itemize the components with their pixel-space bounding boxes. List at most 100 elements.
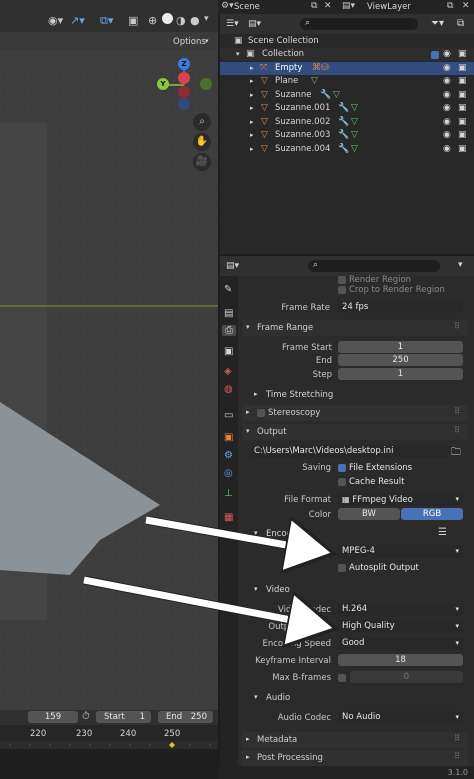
- filter-icon[interactable]: ⏷▾: [431, 18, 444, 29]
- collapse-arrow-icon[interactable]: ▾: [236, 48, 240, 61]
- list-item[interactable]: ▣ Scene Collection: [220, 35, 474, 48]
- frame-step-field[interactable]: 1: [338, 368, 463, 380]
- gizmo-toggle-icon[interactable]: ↗▾: [70, 14, 85, 27]
- camera-render-icon[interactable]: ▣: [458, 116, 467, 129]
- list-item[interactable]: ▾ ▣ Collection ◉ ▣: [220, 48, 474, 62]
- drag-handle-icon[interactable]: ⠿: [454, 426, 460, 436]
- timeline-ruler[interactable]: 220 230 240 250: [0, 725, 218, 741]
- folder-browse-icon[interactable]: 🗀: [451, 445, 461, 462]
- y-axis-icon[interactable]: Y: [157, 78, 169, 90]
- rendered-shading-icon[interactable]: ●: [190, 14, 200, 27]
- camera-render-icon[interactable]: ▣: [458, 89, 467, 102]
- frame-rate-dropdown[interactable]: 24 fps: [337, 301, 463, 313]
- neg-x-axis-icon[interactable]: [178, 86, 190, 98]
- view-layer-tab-icon[interactable]: ▣: [224, 346, 233, 357]
- zoom-icon[interactable]: ⌕: [193, 113, 211, 131]
- properties-search-input[interactable]: ⌕: [308, 260, 440, 272]
- world-tab-icon[interactable]: ◍: [224, 384, 233, 395]
- particles-tab-icon[interactable]: ◎: [224, 468, 233, 479]
- editor-type-icon[interactable]: ▤▾: [226, 261, 239, 271]
- current-frame-field[interactable]: 159: [28, 711, 78, 723]
- navigation-gizmo[interactable]: Z Y: [155, 58, 215, 118]
- file-format-dropdown[interactable]: ▦ FFmpeg Video ▾: [338, 493, 463, 506]
- eye-icon[interactable]: ◉: [443, 116, 451, 129]
- container-dropdown[interactable]: MPEG-4 ▾: [338, 545, 463, 558]
- camera-view-icon[interactable]: 🎥: [193, 153, 211, 171]
- camera-render-icon[interactable]: ▣: [458, 62, 467, 75]
- drag-handle-icon[interactable]: ⠿: [454, 322, 460, 332]
- frame-start-field[interactable]: 1: [338, 341, 463, 353]
- physics-tab-icon[interactable]: ⊥: [224, 488, 233, 499]
- pan-hand-icon[interactable]: ✋: [193, 133, 211, 151]
- file-extensions-checkbox[interactable]: [338, 464, 346, 472]
- panel-frame-range-header[interactable]: ▾ Frame Range ⠿: [242, 320, 468, 336]
- camera-render-icon[interactable]: ▣: [458, 102, 467, 115]
- eye-icon[interactable]: ◉: [443, 62, 451, 75]
- cache-result-checkbox[interactable]: [338, 478, 346, 486]
- eye-icon[interactable]: ◉: [443, 75, 451, 88]
- shading-dropdown-icon[interactable]: ▾: [204, 14, 209, 24]
- scene-name[interactable]: Scene: [234, 2, 260, 12]
- max-b-frames-field[interactable]: 0: [350, 671, 463, 683]
- audio-codec-dropdown[interactable]: No Audio ▾: [338, 711, 463, 724]
- list-item[interactable]: ▸ ▽ Suzanne 🔧 ▽ ◉ ▣: [220, 89, 474, 102]
- exclude-checkbox[interactable]: [431, 51, 439, 59]
- expand-arrow-icon[interactable]: ▸: [250, 116, 254, 129]
- outliner-search-input[interactable]: ⌕: [300, 18, 418, 30]
- panel-stereoscopy-header[interactable]: ▸ Stereoscopy ⠿: [242, 405, 468, 421]
- expand-arrow-icon[interactable]: ▸: [250, 143, 254, 156]
- expand-arrow-icon[interactable]: ▸: [250, 75, 254, 88]
- output-path-input[interactable]: C:\Users\Marc\Videos\desktop.ini: [250, 445, 449, 458]
- collection-tab-icon[interactable]: ▭: [224, 410, 233, 421]
- new-view-layer-icon[interactable]: ⧉: [447, 1, 453, 11]
- encoding-speed-dropdown[interactable]: Good ▾: [338, 637, 463, 650]
- eye-icon[interactable]: ◉: [443, 48, 451, 61]
- wireframe-shading-icon[interactable]: ⊕: [148, 14, 157, 27]
- list-item[interactable]: ▸ ⤧ Empty ⌘⛁ ◉ ▣: [220, 61, 474, 75]
- frame-end-field[interactable]: 250: [338, 354, 463, 366]
- eye-icon[interactable]: ◉: [443, 129, 451, 142]
- eye-icon[interactable]: ◉: [443, 143, 451, 156]
- render-tab-icon[interactable]: ▤: [224, 308, 233, 319]
- scene-tab-icon[interactable]: ◈: [224, 366, 232, 377]
- camera-render-icon[interactable]: ▣: [458, 129, 467, 142]
- new-collection-icon[interactable]: ⧉: [457, 18, 464, 29]
- texture-tab-icon[interactable]: ▦: [224, 512, 233, 523]
- max-b-frames-checkbox[interactable]: [338, 674, 346, 682]
- visibility-icon[interactable]: ◉▾: [48, 14, 63, 27]
- solid-shading-icon[interactable]: [162, 13, 173, 24]
- object-tab-icon[interactable]: ▣: [224, 432, 233, 443]
- color-rgb-button[interactable]: RGB: [401, 508, 463, 520]
- video-codec-dropdown[interactable]: H.264 ▾: [338, 603, 463, 616]
- options-button[interactable]: Options: [173, 37, 206, 47]
- view-layer-icon[interactable]: ▤▾: [342, 1, 355, 11]
- delete-view-layer-icon[interactable]: ✕: [462, 1, 470, 11]
- drag-handle-icon[interactable]: ⠿: [454, 407, 460, 417]
- modifier-tab-icon[interactable]: ⚙: [224, 450, 233, 461]
- stereoscopy-checkbox[interactable]: [257, 409, 265, 417]
- panel-post-processing-header[interactable]: ▸ Post Processing ⠿: [242, 750, 468, 766]
- neg-y-axis-icon[interactable]: [200, 78, 212, 90]
- list-item[interactable]: ▸ ▽ Plane ▽ ◉ ▣: [220, 75, 474, 88]
- x-axis-icon[interactable]: [178, 72, 190, 84]
- expand-arrow-icon[interactable]: ▸: [250, 62, 254, 75]
- expand-arrow-icon[interactable]: ▸: [250, 102, 254, 115]
- panel-output-header[interactable]: ▾ Output ⠿: [242, 424, 468, 440]
- pin-icon[interactable]: ▾: [458, 260, 463, 270]
- display-mode-icon[interactable]: ▤▾: [248, 19, 261, 29]
- expand-arrow-icon[interactable]: ▸: [250, 129, 254, 142]
- subpanel-time-stretching[interactable]: ▸ Time Stretching: [250, 388, 464, 402]
- eye-icon[interactable]: ◉: [443, 89, 451, 102]
- editor-type-icon[interactable]: ☰▾: [226, 19, 239, 29]
- delete-scene-icon[interactable]: ✕: [324, 1, 332, 11]
- eye-icon[interactable]: ◉: [443, 102, 451, 115]
- camera-render-icon[interactable]: ▣: [458, 48, 467, 61]
- tool-tab-icon[interactable]: ✎: [224, 284, 232, 295]
- z-axis-icon[interactable]: Z: [178, 58, 190, 70]
- output-tab-icon[interactable]: ⎙: [222, 325, 236, 336]
- output-quality-dropdown[interactable]: High Quality ▾: [338, 620, 463, 633]
- autosplit-checkbox[interactable]: [338, 564, 346, 572]
- start-frame-field[interactable]: Start 1: [96, 711, 151, 723]
- panel-metadata-header[interactable]: ▸ Metadata ⠿: [242, 732, 468, 748]
- expand-arrow-icon[interactable]: ▸: [250, 89, 254, 102]
